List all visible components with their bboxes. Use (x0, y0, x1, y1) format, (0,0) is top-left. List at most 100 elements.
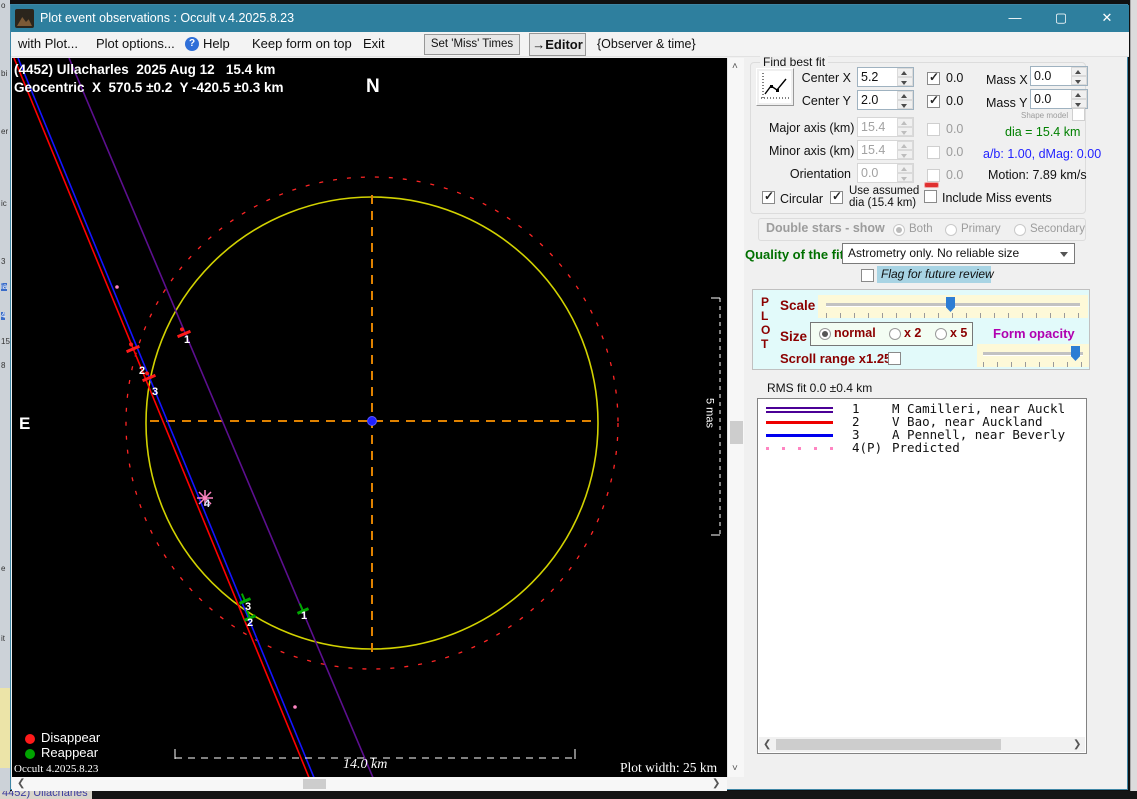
center-x-fit-checkbox[interactable] (927, 70, 940, 85)
mass-y-input[interactable]: 0.0 (1030, 89, 1088, 109)
plot-horizontal-scrollbar[interactable]: ❮ ❯ (12, 777, 727, 791)
title-bar[interactable]: Plot event observations : Occult v.4.202… (11, 5, 1129, 32)
center-y-label: Center Y (801, 94, 851, 108)
spin-up-icon[interactable] (897, 68, 913, 77)
reappear-legend-dot (25, 749, 35, 759)
form-opacity-groove (983, 352, 1083, 356)
edge-fragment: e (1, 564, 6, 573)
chord-label-r2: 2 (247, 617, 254, 629)
minimize-icon: — (1008, 10, 1022, 25)
both-label: Both (909, 223, 933, 235)
set-miss-times-button[interactable]: Set 'Miss' Times (424, 34, 520, 55)
size-x2-radio[interactable] (889, 328, 901, 340)
chord-label-r1: 1 (301, 610, 308, 622)
center-y-fit-checkbox[interactable] (927, 93, 940, 108)
help-icon: ? (185, 37, 199, 51)
spin-down-icon[interactable] (1071, 76, 1087, 85)
center-y-fit-value: 0.0 (946, 94, 964, 108)
scroll-right-icon[interactable]: ❯ (1073, 740, 1081, 750)
disappear-legend-label: Disappear (41, 730, 101, 745)
editor-button[interactable]: →Editor (529, 33, 586, 56)
background-window-right-strip (1130, 0, 1137, 799)
menu-plot-options[interactable]: Plot options... (96, 36, 175, 52)
chord-label-d2: 2 (139, 365, 146, 377)
horizontal-scroll-thumb[interactable] (303, 779, 326, 789)
center-y-input[interactable]: 2.0 (857, 90, 914, 110)
center-x-input[interactable]: 5.2 (857, 67, 914, 87)
version-label: Occult 4.2025.8.23 (14, 763, 99, 775)
scroll-down-icon[interactable]: ˅ (732, 764, 738, 774)
plot-vertical-scrollbar[interactable]: ˄ ˅ (727, 58, 744, 777)
east-label: E (19, 414, 31, 433)
close-icon: ✕ (1101, 10, 1113, 25)
include-miss-checkbox[interactable] (924, 190, 937, 203)
flag-review-checkbox[interactable] (861, 269, 874, 282)
menu-with-plot[interactable]: with Plot... (18, 36, 78, 52)
run-fit-button[interactable] (756, 68, 794, 106)
mas-label: 5 mas (703, 398, 716, 428)
menu-help[interactable]: Help (203, 36, 230, 52)
bottom-edge-strip: 4452) Ullacharles (0, 791, 1137, 799)
scroll-range-checkbox[interactable] (888, 352, 901, 365)
listbox-horizontal-scrollbar[interactable]: ❮ ❯ (759, 737, 1085, 752)
spin-up-icon[interactable] (1071, 67, 1087, 76)
observer-time-label: {Observer & time} (597, 37, 696, 51)
maximize-icon: ▢ (1054, 10, 1068, 25)
quality-combobox[interactable]: Astrometry only. No reliable size (842, 243, 1075, 264)
spin-down-icon (897, 173, 913, 182)
rms-fit-label: RMS fit 0.0 ±0.4 km (767, 381, 873, 395)
spin-up-icon[interactable] (1071, 90, 1087, 99)
spin-down-icon[interactable] (897, 77, 913, 86)
spin-down-icon (897, 150, 913, 159)
plot-header-line1: (4452) Ullacharles 2025 Aug 12 15.4 km (14, 62, 276, 77)
observer-row-num[interactable]: 4(P) (852, 440, 882, 455)
listbox-scroll-thumb[interactable] (776, 739, 1001, 750)
center-x-fit-value: 0.0 (946, 71, 964, 85)
shape-model-label: Shape model (1021, 111, 1069, 120)
spin-up-icon[interactable] (897, 91, 913, 100)
shape-model-checkbox[interactable] (1072, 108, 1085, 121)
observer-row-name[interactable]: Predicted (892, 440, 960, 455)
scroll-up-icon[interactable]: ˄ (732, 62, 738, 72)
plot-letter-o: O (761, 323, 771, 337)
scale-slider-thumb[interactable] (946, 297, 955, 312)
scale-slider[interactable] (818, 295, 1088, 318)
dia-value: dia = 15.4 km (1005, 125, 1081, 139)
center-x-label: Center X (801, 71, 851, 85)
form-opacity-slider[interactable] (977, 344, 1089, 367)
predicted-dot (115, 285, 119, 289)
minimize-button[interactable]: — (992, 5, 1038, 32)
scroll-right-icon[interactable]: ❯ (712, 779, 720, 789)
close-button[interactable]: ✕ (1084, 5, 1130, 32)
size-x5-radio[interactable] (935, 328, 947, 340)
observer-3-line-sample (766, 434, 833, 437)
size-normal-radio[interactable] (819, 328, 831, 340)
chord-label-r3: 3 (245, 601, 252, 613)
scroll-left-icon[interactable]: ❮ (763, 740, 771, 750)
vertical-scroll-thumb[interactable] (730, 421, 743, 444)
menu-exit[interactable]: Exit (363, 36, 385, 52)
occultation-plot-canvas[interactable] (12, 58, 727, 777)
scroll-left-icon[interactable]: ❮ (17, 779, 25, 789)
edge-fragment: 4 (1, 311, 6, 320)
mass-x-input[interactable]: 0.0 (1030, 66, 1088, 86)
flag-review-label: Flag for future review (881, 267, 994, 281)
chord-3-blue (17, 58, 315, 777)
spin-up-icon (897, 164, 913, 173)
circular-checkbox[interactable] (762, 189, 775, 204)
spin-down-icon[interactable] (1071, 99, 1087, 108)
quality-value: Astrometry only. No reliable size (848, 246, 1020, 260)
menu-keep-form-on-top[interactable]: Keep form on top (252, 36, 352, 52)
circular-label: Circular (780, 192, 824, 206)
form-opacity-thumb[interactable] (1071, 346, 1080, 361)
miss-line-sample-icon (924, 182, 939, 188)
combo-chevron-icon[interactable] (1060, 252, 1068, 257)
maximize-button[interactable]: ▢ (1038, 5, 1084, 32)
include-miss-label: Include Miss events (942, 191, 1052, 205)
orientation-label: Orientation (789, 167, 851, 181)
form-opacity-label: Form opacity (993, 326, 1075, 341)
background-taskbar-tab[interactable]: 4452) Ullacharles (0, 791, 92, 799)
use-assumed-dia-checkbox[interactable] (830, 189, 843, 204)
observer-1-line-sample (766, 411, 833, 413)
spin-down-icon[interactable] (897, 100, 913, 109)
